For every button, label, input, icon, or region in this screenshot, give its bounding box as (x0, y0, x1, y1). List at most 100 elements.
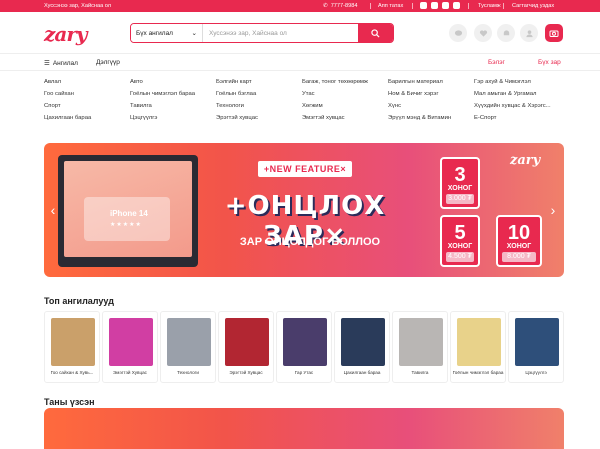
category-grid: Авлал Авто Бэлгийн карт Багаж, тоног төх… (44, 78, 564, 123)
category-link[interactable]: Тавилга (130, 102, 216, 111)
plan-unit: ХОНОГ (447, 185, 473, 192)
top-category-label: Эрэгтэй Хувцас (229, 370, 263, 375)
category-link[interactable]: Эрэгтэй хувцас (216, 114, 302, 123)
plan-days: 3 (454, 164, 466, 186)
category-link[interactable]: Авлал (44, 78, 130, 87)
top-category-card[interactable]: Цахилгаан бараа (334, 311, 390, 383)
top-category-label: Цэцгүүлгэ (525, 370, 547, 375)
plan-tile: 3 ХОНОГ 3.000 ₮ (440, 157, 480, 209)
category-link[interactable]: Гоёлын бэглаа (216, 90, 302, 99)
category-link[interactable]: Цэцгүүлгэ (130, 114, 216, 123)
phone-icon: ✆ (323, 3, 328, 9)
category-link[interactable]: Мал амьтан & Ургамал (474, 90, 564, 99)
recent-title: Таны үзсэн (44, 397, 95, 407)
category-link[interactable]: Спорт (44, 102, 130, 111)
category-link[interactable]: Ном & Бичиг хэрэг (388, 90, 474, 99)
social-links (420, 2, 460, 9)
top-category-label: Технологи (177, 370, 199, 375)
facebook-icon[interactable] (420, 2, 427, 9)
category-link[interactable]: Барилгын материал (388, 78, 474, 87)
category-link[interactable]: Гоо сайхан (44, 90, 130, 99)
chat-icon[interactable] (449, 24, 467, 42)
top-category-label: Эмэгтэй Хувцас (113, 370, 147, 375)
linkedin-icon[interactable] (453, 2, 460, 9)
merchant-link[interactable]: Сагтагчид уздах (512, 3, 554, 9)
category-link[interactable]: Хүүхдийн хувцас & Хэрэгс... (474, 102, 564, 111)
plan-unit: ХОНОГ (447, 243, 473, 250)
product-card (84, 197, 170, 241)
nav-shop[interactable]: Дэлгүүр (96, 59, 120, 66)
heart-icon[interactable] (474, 24, 492, 42)
category-link[interactable]: Бэлгийн карт (216, 78, 302, 87)
nav-all-ads[interactable]: Бүх зар (538, 59, 561, 66)
banner-subline: ЗАР ОНЦОЛДОГ БОЛЛОО (239, 236, 381, 248)
search-icon (371, 28, 380, 38)
plan-days: 10 (507, 222, 531, 244)
user-icon[interactable] (520, 24, 538, 42)
promo-banner-secondary[interactable] (44, 408, 564, 449)
phone-link[interactable]: ✆ 7777-8984 (323, 3, 357, 9)
category-link[interactable]: Багаж, тоног төхөөрөмж (302, 78, 388, 87)
rating-stars: ★★★★★ (110, 222, 142, 228)
top-category-card[interactable]: Цэцгүүлгэ (508, 311, 564, 383)
top-category-card[interactable]: Эмэгтэй Хувцас (102, 311, 158, 383)
category-link[interactable]: Эрүүл мэнд & Витамин (388, 114, 474, 123)
category-image (51, 318, 95, 366)
plan-tile: 10 ХОНОГ 8.000 ₮ (496, 215, 542, 267)
divider (412, 3, 413, 9)
divider (503, 3, 504, 9)
category-link[interactable]: Гоёлын чимэглэл бараа (130, 90, 216, 99)
help-link[interactable]: Тусламж (478, 3, 501, 9)
top-category-card[interactable]: Технологи (160, 311, 216, 383)
nav-categories[interactable]: ☰ Ангилал (44, 59, 78, 68)
bell-icon[interactable] (497, 24, 515, 42)
search-button[interactable] (358, 24, 393, 42)
product-label: iPhone 14 (110, 209, 148, 218)
plan-price: 4.500 ₮ (446, 252, 474, 262)
category-link[interactable]: Хөгжим (302, 102, 388, 111)
plan-tile: 5 ХОНОГ 4.500 ₮ (440, 215, 480, 267)
top-category-card[interactable]: Гар Утас (276, 311, 332, 383)
top-categories-title: Топ ангилалууд (44, 296, 114, 306)
top-category-card[interactable]: Тавилга (392, 311, 448, 383)
nav-categories-label: Ангилал (52, 59, 78, 67)
category-image (515, 318, 559, 366)
app-download-link[interactable]: Апп татах (378, 3, 403, 9)
category-link[interactable]: E-Спорт (474, 114, 564, 123)
top-category-card[interactable]: Гоёлын чимэглэл бараа (450, 311, 506, 383)
top-categories-row: Гоо сайхан & Хувь... Эмэгтэй Хувцас Техн… (44, 311, 564, 383)
banner-next-button[interactable]: › (548, 201, 558, 219)
category-link[interactable]: Хүнс (388, 102, 474, 111)
category-link[interactable]: Авто (130, 78, 216, 87)
top-category-label: Гоо сайхан & Хувь... (50, 370, 94, 375)
category-image (283, 318, 327, 366)
category-link[interactable]: Гэр ахуй & Чимэглэл (474, 78, 564, 87)
instagram-icon[interactable] (431, 2, 438, 9)
promo-banner[interactable]: iPhone 14 ★★★★★ +NEW FEATURE× +ОНЦЛОХ ЗА… (44, 143, 564, 277)
category-link[interactable]: Технологи (216, 102, 302, 111)
top-category-label: Гоёлын чимэглэл бараа (452, 370, 504, 375)
banner-logo: zary (510, 153, 541, 168)
category-link[interactable]: Цахилгаан бараа (44, 114, 130, 123)
top-category-card[interactable]: Гоо сайхан & Хувь... (44, 311, 100, 383)
category-select[interactable]: Бүх ангилал ⌄ (131, 24, 203, 42)
phone-number: 7777-8984 (330, 3, 358, 9)
category-image (167, 318, 211, 366)
twitter-icon[interactable] (442, 2, 449, 9)
plan-price: 8.000 ₮ (502, 252, 536, 262)
menu-icon: ☰ (44, 60, 50, 67)
banner-prev-button[interactable]: ‹ (48, 201, 58, 219)
nav-gift[interactable]: Бэлэг (488, 59, 505, 66)
category-link[interactable]: Утас (302, 90, 388, 99)
category-image (225, 318, 269, 366)
camera-icon[interactable] (545, 24, 563, 42)
top-category-card[interactable]: Эрэгтэй Хувцас (218, 311, 274, 383)
category-image (399, 318, 443, 366)
category-link[interactable]: Эмэгтэй хувцас (302, 114, 388, 123)
category-image (457, 318, 501, 366)
search-input[interactable]: Хуссэнээ зар, Хайснаа ол (203, 24, 358, 42)
logo[interactable]: zary (44, 22, 87, 46)
top-category-label: Тавилга (411, 370, 429, 375)
category-image (341, 318, 385, 366)
main-nav: ☰ Ангилал Дэлгүүр Бэлэг Бүх зар (0, 53, 600, 71)
